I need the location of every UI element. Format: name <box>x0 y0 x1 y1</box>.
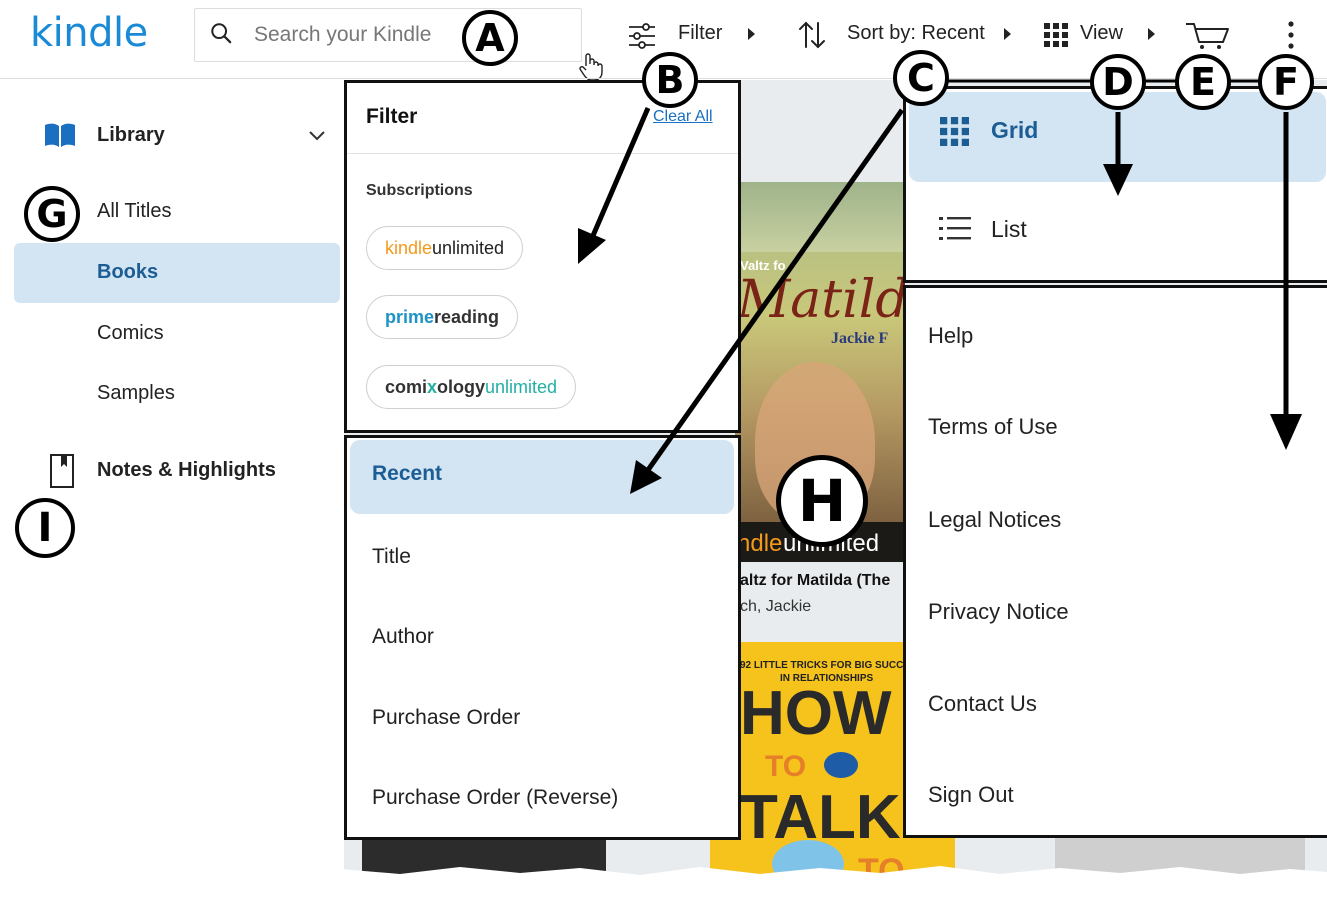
cover-sky <box>735 182 905 252</box>
view-option-grid[interactable]: Grid <box>991 117 1038 144</box>
view-option-list[interactable]: List <box>991 216 1027 243</box>
sort-option-recent[interactable]: Recent <box>372 462 442 486</box>
sort-option-purchase-order[interactable]: Purchase Order <box>372 706 520 730</box>
callout-g: G <box>24 186 80 242</box>
clear-all-link[interactable]: Clear All <box>653 108 713 126</box>
sidebar-item-comics[interactable]: Comics <box>97 322 164 345</box>
comixology-part4: unlimited <box>485 376 558 397</box>
cover-word-how: HOW <box>740 679 892 748</box>
sidebar-library[interactable]: Library <box>97 124 165 147</box>
comixology-part1: comi <box>385 376 428 397</box>
notebook-icon <box>50 454 74 488</box>
callout-h: H <box>776 455 868 547</box>
cart-icon[interactable] <box>1185 20 1231 50</box>
menu-legal-notices[interactable]: Legal Notices <box>928 507 1061 533</box>
torn-edge <box>0 866 1327 899</box>
callout-a: A <box>462 10 518 66</box>
kindle-unlimited-part2: unlimited <box>432 237 505 258</box>
comixology-unlimited-filter[interactable]: comi x ology unlimited <box>366 365 577 409</box>
caret-right-icon <box>1004 28 1011 40</box>
sidebar-item-all-titles[interactable]: All Titles <box>97 200 171 223</box>
sort-arrows-icon[interactable] <box>797 20 827 50</box>
prime-reading-part2: reading <box>434 306 500 327</box>
cover-badge-kindle: ndle <box>737 530 783 557</box>
chevron-down-icon[interactable] <box>308 130 326 142</box>
grid-icon[interactable] <box>1044 23 1068 47</box>
callout-f: F <box>1258 54 1314 110</box>
search-icon <box>211 23 232 44</box>
sidebar-item-books-highlight[interactable] <box>14 243 340 303</box>
comixology-part3: ology <box>437 376 486 397</box>
sliders-icon[interactable] <box>628 22 656 50</box>
sort-option-author[interactable]: Author <box>372 625 434 649</box>
open-book-icon <box>45 123 75 147</box>
book-author-matilda: ch, Jackie <box>740 598 812 615</box>
menu-privacy-notice[interactable]: Privacy Notice <box>928 599 1069 625</box>
callout-d: D <box>1090 54 1146 110</box>
sidebar-notes-highlights[interactable]: Notes & Highlights <box>97 459 276 482</box>
sidebar-item-books[interactable]: Books <box>97 261 158 284</box>
callout-c: C <box>893 50 949 106</box>
comixology-part2: x <box>427 376 438 397</box>
book-title-matilda[interactable]: altz for Matilda (The <box>740 572 904 590</box>
grid-icon <box>940 117 969 146</box>
sidebar-item-samples[interactable]: Samples <box>97 382 175 405</box>
filter-button[interactable]: Filter <box>678 22 722 45</box>
cover-title-text: Matilda <box>737 270 905 330</box>
cover-author-text: Jackie F <box>831 330 889 347</box>
divider <box>347 153 738 154</box>
more-menu-panel <box>903 285 1327 838</box>
sort-option-title[interactable]: Title <box>372 545 411 569</box>
caret-right-icon <box>1148 28 1155 40</box>
sort-button[interactable]: Sort by: Recent <box>847 22 985 45</box>
menu-help[interactable]: Help <box>928 323 973 349</box>
callout-i: I <box>15 498 75 558</box>
filter-panel-title: Filter <box>366 105 418 128</box>
sort-option-purchase-order-reverse[interactable]: Purchase Order (Reverse) <box>372 786 618 810</box>
speech-bubble-icon <box>824 752 858 778</box>
kindle-unlimited-part1: kindle <box>385 237 433 258</box>
caret-right-icon <box>748 28 755 40</box>
prime-reading-part1: prime <box>385 306 435 327</box>
menu-terms-of-use[interactable]: Terms of Use <box>928 414 1058 440</box>
menu-sign-out[interactable]: Sign Out <box>928 782 1014 808</box>
prime-reading-filter[interactable]: prime reading <box>366 295 519 339</box>
view-button[interactable]: View <box>1080 22 1123 45</box>
callout-b: B <box>642 52 698 108</box>
menu-contact-us[interactable]: Contact Us <box>928 691 1037 717</box>
kindle-logo[interactable]: kindle <box>30 10 148 56</box>
filter-panel: Filter Clear All Subscriptions kindle unl… <box>344 80 741 433</box>
cover-tagline-1: 92 LITTLE TRICKS FOR BIG SUCC <box>740 660 904 671</box>
list-icon <box>939 217 971 240</box>
more-vertical-icon[interactable] <box>1284 20 1298 50</box>
callout-e: E <box>1175 54 1231 110</box>
subscriptions-heading: Subscriptions <box>366 182 473 199</box>
cover-word-to: TO <box>765 750 807 783</box>
kindle-unlimited-filter[interactable]: kindle unlimited <box>366 226 524 270</box>
